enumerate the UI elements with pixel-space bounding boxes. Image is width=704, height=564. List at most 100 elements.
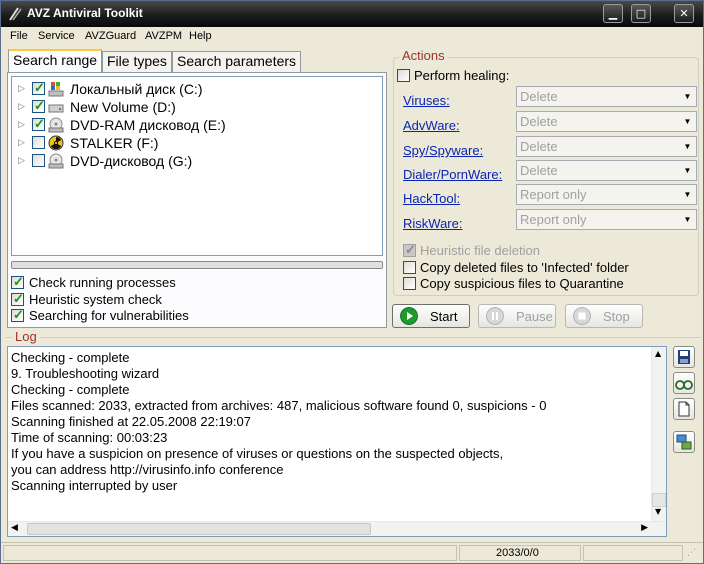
scroll-thumb[interactable] — [652, 493, 666, 507]
viruses-label[interactable]: Viruses: — [403, 93, 450, 108]
expand-icon[interactable]: ▷ — [18, 137, 27, 149]
tab-file-types[interactable]: File types — [102, 51, 172, 72]
option-label: Copy deleted files to 'Infected' folder — [420, 260, 629, 275]
log-line: Files scanned: 2033, extracted from arch… — [11, 398, 547, 413]
select-value: Report only — [520, 212, 587, 227]
view-log-button[interactable] — [673, 372, 695, 394]
drive-label: DVD-дисковод (G:) — [70, 153, 193, 169]
menu-file[interactable]: File — [10, 30, 28, 42]
save-log-icon — [678, 350, 690, 364]
drive-g-checkbox[interactable] — [32, 154, 45, 167]
scroll-up-icon[interactable]: ▲ — [655, 349, 661, 358]
drive-c-checkbox[interactable]: ✓ — [32, 80, 45, 95]
perform-healing-checkbox[interactable] — [397, 69, 410, 82]
scroll-thumb[interactable] — [27, 523, 371, 535]
expand-icon[interactable]: ▷ — [18, 83, 27, 95]
scroll-down-icon[interactable]: ▼ — [655, 507, 661, 516]
pause-icon — [486, 307, 504, 325]
stop-button[interactable]: Stop — [565, 304, 643, 328]
log-output[interactable]: Checking - complete 9. Troubleshooting w… — [7, 346, 667, 537]
log-horizontal-scrollbar[interactable]: ◀ ▶ — [8, 521, 666, 536]
drive-label: DVD-RAM дисковод (E:) — [70, 117, 226, 133]
dialer-action-select[interactable]: Delete ▼ — [516, 160, 697, 181]
drive-label: Локальный диск (C:) — [70, 81, 203, 97]
option-label: Heuristic file deletion — [420, 243, 540, 258]
save-log-button[interactable] — [673, 346, 695, 368]
dialer-pornware-label[interactable]: Dialer/PornWare: — [403, 167, 502, 182]
checkbox[interactable] — [403, 261, 416, 274]
log-vertical-scrollbar[interactable]: ▲ ▼ — [651, 347, 666, 522]
log-line: Scanning interrupted by user — [11, 478, 178, 493]
scroll-right-icon[interactable]: ▶ — [641, 523, 648, 533]
advware-action-select[interactable]: Delete ▼ — [516, 111, 697, 132]
hard-drive-icon — [48, 104, 64, 113]
network-icon — [676, 434, 692, 450]
app-window: AVZ Antiviral Toolkit ▁ □ ✕ File Service… — [0, 0, 704, 564]
expand-icon[interactable]: ▷ — [18, 155, 27, 167]
checkbox: ✓ — [403, 242, 416, 257]
checkbox[interactable]: ✓ — [11, 274, 24, 289]
status-bar: 2033/0/0 ⋰ — [1, 542, 703, 563]
network-tool-button[interactable] — [673, 431, 695, 453]
log-line: Time of scanning: 00:03:23 — [11, 430, 168, 445]
riskware-action-select[interactable]: Report only ▼ — [516, 209, 697, 230]
menu-help[interactable]: Help — [189, 30, 212, 42]
maximize-icon: □ — [635, 7, 647, 20]
log-line: Scanning finished at 22.05.2008 22:19:07 — [11, 414, 251, 429]
checkmark-icon: ✓ — [13, 291, 24, 306]
viruses-action-select[interactable]: Delete ▼ — [516, 86, 697, 107]
log-line: 9. Troubleshooting wizard — [11, 366, 160, 381]
checkmark-icon: ✓ — [34, 80, 45, 95]
start-button[interactable]: Start — [392, 304, 470, 328]
dropdown-arrow-icon[interactable]: ▼ — [680, 162, 695, 179]
clear-log-button[interactable] — [673, 398, 695, 420]
dropdown-arrow-icon[interactable]: ▼ — [680, 113, 695, 130]
checkmark-icon: ✓ — [34, 116, 45, 131]
checkbox[interactable] — [403, 277, 416, 290]
expand-icon[interactable]: ▷ — [18, 101, 27, 113]
tab-search-parameters[interactable]: Search parameters — [172, 51, 302, 72]
spyware-label[interactable]: Spy/Spyware: — [403, 143, 483, 158]
dropdown-arrow-icon[interactable]: ▼ — [680, 211, 695, 228]
expand-icon[interactable]: ▷ — [18, 119, 27, 131]
minimize-button[interactable]: ▁ — [603, 4, 623, 23]
drive-d-checkbox[interactable]: ✓ — [32, 98, 45, 113]
advware-label[interactable]: AdvWare: — [403, 118, 460, 133]
menu-service[interactable]: Service — [38, 30, 75, 42]
hacktool-action-select[interactable]: Report only ▼ — [516, 184, 697, 205]
window-title: AVZ Antiviral Toolkit — [27, 6, 143, 20]
checkbox[interactable]: ✓ — [11, 307, 24, 322]
drive-e-checkbox[interactable]: ✓ — [32, 116, 45, 131]
dropdown-arrow-icon[interactable]: ▼ — [680, 88, 695, 105]
menu-avzpm[interactable]: AVZPM — [145, 30, 182, 42]
drive-f-checkbox[interactable] — [32, 136, 45, 149]
checkbox[interactable]: ✓ — [11, 291, 24, 306]
log-line: Checking - complete — [11, 350, 130, 365]
dropdown-arrow-icon[interactable]: ▼ — [680, 138, 695, 155]
maximize-button[interactable]: □ — [631, 4, 651, 23]
option-label: Check running processes — [29, 275, 176, 290]
scroll-left-icon[interactable]: ◀ — [11, 523, 18, 533]
app-logo-icon — [9, 7, 22, 21]
menu-bar: File Service AVZGuard AVZPM Help — [1, 27, 703, 47]
close-button[interactable]: ✕ — [674, 4, 694, 23]
select-value: Report only — [520, 187, 587, 202]
title-bar[interactable]: AVZ Antiviral Toolkit ▁ □ ✕ — [1, 1, 703, 27]
tab-search-range[interactable]: Search range — [8, 49, 103, 72]
menu-avzguard[interactable]: AVZGuard — [85, 30, 136, 42]
hacktool-label[interactable]: HackTool: — [403, 191, 460, 206]
windows-drive-icon — [48, 82, 64, 97]
pause-label: Pause — [516, 309, 553, 324]
glasses-icon — [675, 380, 693, 390]
checkmark-icon: ✓ — [13, 307, 24, 322]
select-value: Delete — [520, 89, 558, 104]
drive-label: New Volume (D:) — [70, 99, 176, 115]
spyware-action-select[interactable]: Delete ▼ — [516, 136, 697, 157]
riskware-label[interactable]: RiskWare: — [403, 216, 462, 231]
pause-button[interactable]: Pause — [478, 304, 556, 328]
dropdown-arrow-icon[interactable]: ▼ — [680, 186, 695, 203]
dvd-drive-icon — [48, 117, 64, 133]
drive-tree[interactable]: ▷ ✓ Локальный диск (C:) ▷ ✓ New Volume (… — [11, 76, 383, 256]
status-counter: 2033/0/0 — [496, 547, 539, 559]
resize-grip-icon[interactable]: ⋰ — [687, 548, 696, 558]
